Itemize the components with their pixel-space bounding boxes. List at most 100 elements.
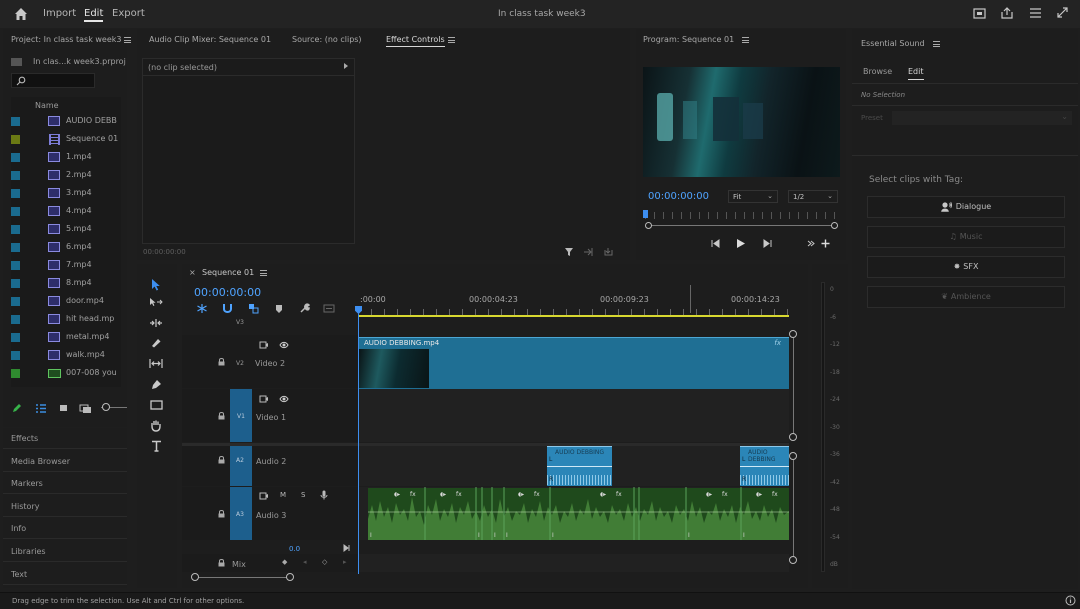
sequence-tab[interactable]: Sequence 01: [202, 268, 268, 277]
label-color-swatch[interactable]: [11, 207, 20, 216]
program-video-frame[interactable]: [643, 67, 840, 177]
list-header-name[interactable]: Name: [35, 101, 59, 110]
add-marker-icon[interactable]: [275, 304, 283, 314]
track-select-tool-icon[interactable]: [149, 297, 163, 307]
export-frame-icon[interactable]: [583, 247, 594, 257]
zoom-bar[interactable]: [649, 225, 835, 226]
keyframe-add-icon[interactable]: ◆: [282, 558, 287, 566]
selection-tool-icon[interactable]: [151, 278, 161, 291]
eye-icon[interactable]: [279, 395, 289, 403]
close-sequence-icon[interactable]: ×: [189, 268, 196, 277]
audio-clip-a2-2[interactable]: AUDIO DEBBING L R: [740, 446, 789, 486]
microphone-icon[interactable]: [320, 490, 328, 500]
project-item[interactable]: 1.mp4: [11, 148, 121, 166]
tag-sfx-button[interactable]: ✸ SFX: [867, 256, 1065, 278]
nest-toggle-icon[interactable]: [196, 303, 208, 314]
add-button-icon[interactable]: [821, 239, 830, 248]
lock-icon[interactable]: [218, 510, 225, 518]
panel-menu-icon[interactable]: [260, 269, 268, 276]
playhead-line[interactable]: [358, 314, 359, 574]
tag-ambience-button[interactable]: ❦ Ambience: [867, 286, 1065, 308]
project-item[interactable]: 3.mp4: [11, 184, 121, 202]
nav-import[interactable]: Import: [43, 8, 76, 19]
side-link-text[interactable]: Text: [11, 570, 27, 579]
razor-tool-icon[interactable]: [150, 337, 162, 349]
toggle-sync-lock-icon[interactable]: [259, 395, 269, 403]
pencil-icon[interactable]: [11, 403, 22, 414]
zoom-bar-left-handle[interactable]: [645, 222, 652, 229]
lock-icon[interactable]: [218, 559, 225, 567]
vscroll-handle[interactable]: [789, 433, 797, 441]
wrench-icon[interactable]: [299, 303, 310, 314]
side-link-info[interactable]: Info: [11, 524, 26, 533]
label-color-swatch[interactable]: [11, 315, 20, 324]
fit-dropdown[interactable]: Fit ⌄: [728, 190, 778, 203]
filter-icon[interactable]: [564, 247, 574, 257]
project-item[interactable]: 5.mp4: [11, 220, 121, 238]
horizontal-scrollbar[interactable]: [195, 577, 291, 578]
tag-music-button[interactable]: ♫ Music: [867, 226, 1065, 248]
mute-track-button[interactable]: M: [280, 491, 286, 499]
vscroll-handle[interactable]: [789, 452, 797, 460]
project-item[interactable]: 8.mp4: [11, 274, 121, 292]
effect-controls-timecode[interactable]: 00:00:00:00: [143, 248, 186, 256]
timeline-timecode[interactable]: 00:00:00:00: [194, 286, 261, 299]
panel-menu-icon[interactable]: [742, 36, 750, 43]
project-panel-header[interactable]: Project: In class task week3: [11, 35, 132, 44]
solo-track-button[interactable]: S: [301, 491, 305, 499]
ripple-edit-tool-icon[interactable]: [149, 318, 163, 328]
essential-sound-header[interactable]: Essential Sound: [861, 39, 940, 48]
time-ruler[interactable]: [358, 285, 788, 317]
track-v1-lane[interactable]: [358, 389, 789, 442]
vscroll-handle[interactable]: [789, 330, 797, 338]
zoom-bar-right-handle[interactable]: [831, 222, 838, 229]
program-timecode[interactable]: 00:00:00:00: [648, 191, 709, 202]
side-link-effects[interactable]: Effects: [11, 434, 38, 443]
project-item[interactable]: door.mp4: [11, 292, 121, 310]
next-keyframe-icon[interactable]: ▸: [343, 558, 347, 566]
project-item[interactable]: 2.mp4: [11, 166, 121, 184]
return-icon[interactable]: [603, 247, 614, 257]
label-color-swatch[interactable]: [11, 297, 20, 306]
label-color-swatch[interactable]: [11, 135, 20, 144]
freeform-view-icon[interactable]: [79, 403, 93, 414]
project-item[interactable]: 4.mp4: [11, 202, 121, 220]
progress-icon[interactable]: [1000, 6, 1014, 22]
tab-source[interactable]: Source: (no clips): [292, 35, 362, 44]
home-icon[interactable]: [13, 6, 29, 22]
side-link-libraries[interactable]: Libraries: [11, 547, 46, 556]
mix-track-lane[interactable]: [358, 554, 789, 572]
video-clip-audio-debbing[interactable]: AUDIO DEBBING.mp4 fx: [358, 337, 789, 389]
audio-clips-a3[interactable]: ◖▸ fx ◖▸ fx ◖▸ fx ◖▸ fx ◖▸ fx ◖▸ fx I I I I I I I: [358, 487, 789, 540]
step-back-icon[interactable]: [710, 239, 721, 248]
project-item[interactable]: 6.mp4: [11, 238, 121, 256]
hand-tool-icon[interactable]: [150, 419, 162, 432]
fullscreen-icon[interactable]: [1056, 6, 1069, 21]
expand-arrow-icon[interactable]: [344, 63, 348, 69]
source-patch-v1[interactable]: V1: [230, 389, 252, 442]
icon-view-icon[interactable]: [59, 404, 69, 413]
toggle-keyframe-icon[interactable]: ◇: [322, 558, 327, 566]
linked-selection-icon[interactable]: [247, 302, 260, 315]
eye-icon[interactable]: [279, 341, 289, 349]
label-color-swatch[interactable]: [11, 351, 20, 360]
slip-tool-icon[interactable]: [149, 358, 163, 369]
label-color-swatch[interactable]: [11, 261, 20, 270]
hscroll-left-handle[interactable]: [191, 573, 199, 581]
label-color-swatch[interactable]: [11, 225, 20, 234]
go-to-end-icon[interactable]: [343, 544, 352, 552]
panel-menu-icon[interactable]: [932, 40, 940, 47]
label-color-swatch[interactable]: [11, 171, 20, 180]
project-item[interactable]: Sequence 01: [11, 130, 121, 148]
tab-audio-clip-mixer[interactable]: Audio Clip Mixer: Sequence 01: [149, 35, 271, 44]
panel-menu-icon[interactable]: [124, 36, 132, 43]
tab-edit[interactable]: Edit: [908, 67, 924, 80]
label-color-swatch[interactable]: [11, 153, 20, 162]
zoom-slider-handle[interactable]: [102, 403, 110, 411]
toggle-sync-lock-icon[interactable]: [259, 341, 269, 349]
work-area-bar[interactable]: [358, 315, 789, 317]
play-icon[interactable]: [736, 238, 746, 249]
source-patch-a2[interactable]: A2: [230, 446, 252, 486]
playhead-marker[interactable]: [643, 210, 648, 218]
panel-menu-icon[interactable]: [447, 36, 455, 43]
